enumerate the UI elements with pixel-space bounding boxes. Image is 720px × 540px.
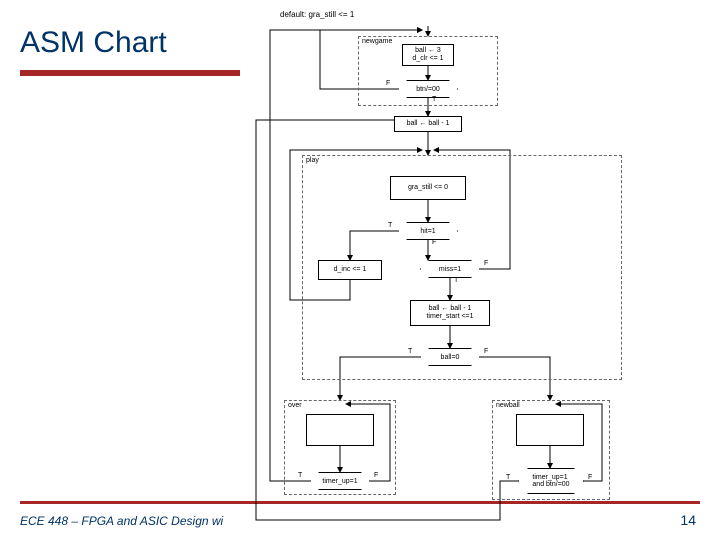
decision-miss: miss=1 (420, 260, 480, 278)
label-t-btn: T (432, 96, 436, 103)
decision-newball: timer_up=1 and btn/=00 (518, 468, 584, 494)
decision-newball-label: timer_up=1 and btn/=00 (532, 474, 569, 488)
label-f-hit: F (432, 239, 436, 246)
decision-timer-over-label: timer_up=1 (322, 478, 357, 485)
label-f-newball: F (588, 474, 592, 481)
label-f-over: F (374, 472, 378, 479)
state-over-title: over (288, 402, 302, 409)
state-play-title: play (306, 157, 319, 164)
state-newgame-title: newgame (362, 38, 392, 45)
decision-btn: btn/=00 (398, 80, 458, 98)
play-action-box: gra_still <= 0 (390, 176, 466, 200)
default-action-label: default: gra_still <= 1 (280, 10, 354, 19)
label-f-miss: F (484, 260, 488, 267)
label-t-over: T (298, 472, 302, 479)
newgame-action-box: ball ← 3 d_clr <= 1 (402, 44, 454, 66)
label-t-miss: T (454, 277, 458, 284)
decision-ball0-label: ball=0 (441, 354, 460, 361)
label-t-ball0: T (408, 348, 412, 355)
decision-miss-label: miss=1 (439, 266, 461, 273)
footer-course: ECE 448 – FPGA and ASIC Design wi (20, 514, 223, 528)
label-f-ball0: F (484, 348, 488, 355)
label-t-newball: T (506, 474, 510, 481)
decision-ball0: ball=0 (420, 348, 480, 366)
dinc-box: d_inc <= 1 (318, 260, 382, 280)
ball-dec-box: ball ← ball - 1 (394, 116, 462, 132)
asm-diagram: default: gra_still <= 1 (240, 0, 720, 534)
accent-bar (20, 70, 240, 76)
state-newball-title: newball (496, 402, 520, 409)
over-empty-box (306, 414, 374, 446)
decision-hit: hit=1 (398, 222, 458, 240)
ball-timer-box: ball ← ball - 1 timer_start <=1 (410, 300, 490, 326)
label-f-btn: F (386, 80, 390, 87)
label-t-hit: T (388, 222, 392, 229)
decision-btn-label: btn/=00 (416, 86, 440, 93)
slide-title: ASM Chart (20, 26, 167, 60)
decision-hit-label: hit=1 (420, 228, 435, 235)
decision-timer-over: timer_up=1 (310, 472, 370, 490)
newball-empty-box (516, 414, 584, 446)
